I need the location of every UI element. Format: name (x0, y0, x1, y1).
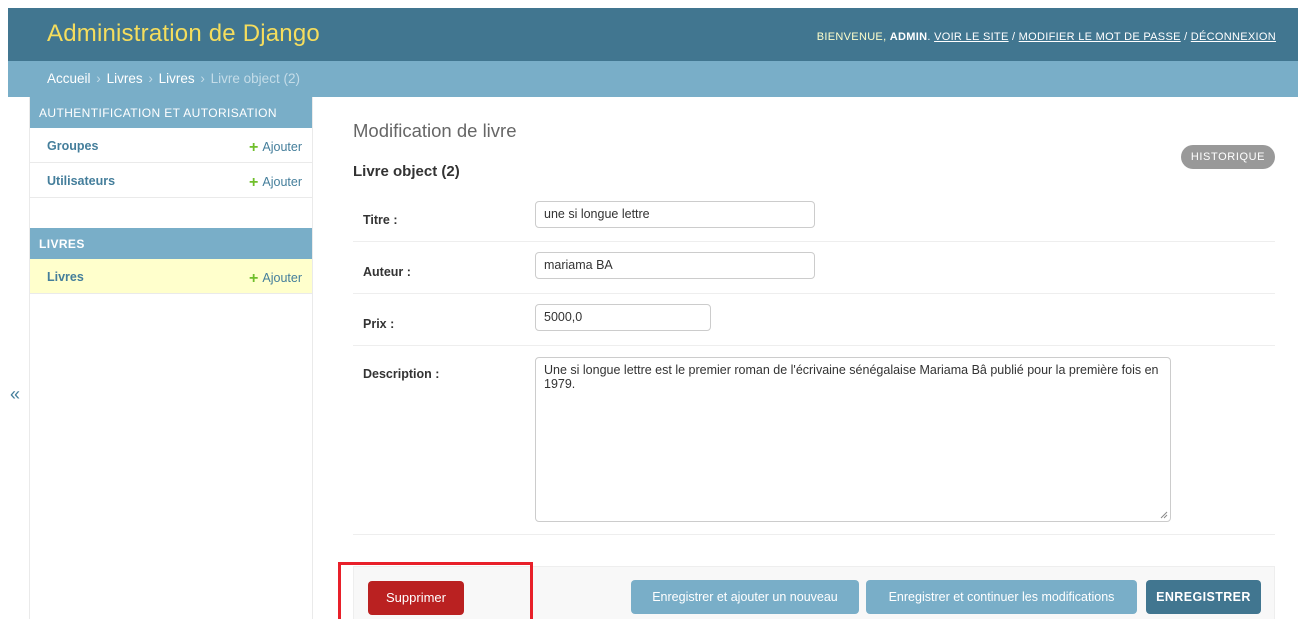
breadcrumb-trail: Accueil › Livres › Livres › Livre object… (47, 71, 300, 86)
plus-icon: + (249, 174, 259, 191)
titre-input[interactable]: une si longue lettre (535, 201, 815, 228)
view-site-link[interactable]: VOIR LE SITE (934, 31, 1009, 43)
prix-input[interactable]: 5000,0 (535, 304, 711, 331)
description-textarea[interactable]: Une si longue lettre est le premier roma… (535, 357, 1171, 522)
breadcrumb-model[interactable]: Livres (159, 71, 195, 86)
history-button[interactable]: HISTORIQUE (1181, 145, 1275, 169)
form-row-prix: Prix : 5000,0 (353, 294, 1275, 346)
sidebar-item-label[interactable]: Groupes (47, 139, 98, 153)
object-title: Livre object (2) (353, 163, 460, 180)
save-and-add-another-button[interactable]: Enregistrer et ajouter un nouveau (631, 580, 859, 614)
sidebar-item-utilisateurs: Utilisateurs + Ajouter (30, 163, 312, 198)
field-label-description: Description : (363, 367, 440, 381)
header: Administration de Django BIENVENUE, ADMI… (8, 8, 1298, 61)
breadcrumb-separator: › (96, 71, 101, 86)
user-tools-separator: / (1180, 31, 1191, 43)
add-link-label: Ajouter (262, 140, 302, 154)
sidebar-toggle[interactable]: « (8, 97, 30, 619)
breadcrumb-separator: › (200, 71, 205, 86)
breadcrumb: Accueil › Livres › Livres › Livre object… (8, 61, 1298, 97)
breadcrumb-home[interactable]: Accueil (47, 71, 91, 86)
save-button[interactable]: ENREGISTRER (1146, 580, 1261, 614)
left-gutter (0, 8, 8, 619)
sidebar-item-groupes: Groupes + Ajouter (30, 128, 312, 163)
module-caption-livres[interactable]: LIVRES (30, 228, 312, 259)
plus-icon: + (249, 270, 259, 287)
save-and-continue-button[interactable]: Enregistrer et continuer les modificatio… (866, 580, 1137, 614)
plus-icon: + (249, 139, 259, 156)
breadcrumb-app[interactable]: Livres (107, 71, 143, 86)
field-label-prix: Prix : (363, 317, 395, 331)
add-link-label: Ajouter (262, 175, 302, 189)
change-password-link[interactable]: MODIFIER LE MOT DE PASSE (1019, 31, 1181, 43)
add-groupe-link[interactable]: + Ajouter (249, 138, 302, 156)
top-strip (0, 0, 1298, 8)
logout-link[interactable]: DÉCONNEXION (1191, 31, 1276, 43)
sidebar-item-label[interactable]: Utilisateurs (47, 174, 115, 188)
form-row-titre: Titre : une si longue lettre (353, 190, 1275, 242)
resize-handle-icon[interactable] (1160, 511, 1168, 519)
description-text: Une si longue lettre est le premier roma… (544, 363, 1159, 391)
delete-highlight-annotation (338, 562, 533, 619)
add-utilisateur-link[interactable]: + Ajouter (249, 173, 302, 191)
collapse-sidebar-icon[interactable]: « (10, 384, 20, 405)
auteur-input[interactable]: mariama BA (535, 252, 815, 279)
user-tools: BIENVENUE, ADMIN. VOIR LE SITE / MODIFIE… (816, 31, 1276, 43)
user-tools-separator: / (1008, 31, 1019, 43)
welcome-text: BIENVENUE, (816, 31, 890, 43)
module-caption-auth[interactable]: AUTHENTIFICATION ET AUTORISATION (30, 97, 312, 128)
field-label-titre: Titre : (363, 213, 398, 227)
site-title[interactable]: Administration de Django (47, 20, 320, 48)
username: ADMIN (889, 31, 928, 43)
field-label-auteur: Auteur : (363, 265, 411, 279)
sidebar-item-livres: Livres + Ajouter (30, 259, 312, 294)
sidebar-item-label[interactable]: Livres (47, 270, 84, 284)
breadcrumb-separator: › (148, 71, 153, 86)
add-link-label: Ajouter (262, 271, 302, 285)
form-row-description: Description : Une si longue lettre est l… (353, 346, 1275, 535)
form-row-auteur: Auteur : mariama BA (353, 242, 1275, 294)
page-title: Modification de livre (353, 120, 517, 141)
breadcrumb-current: Livre object (2) (210, 71, 300, 86)
add-livre-link[interactable]: + Ajouter (249, 269, 302, 287)
sidebar: AUTHENTIFICATION ET AUTORISATION Groupes… (30, 97, 313, 619)
